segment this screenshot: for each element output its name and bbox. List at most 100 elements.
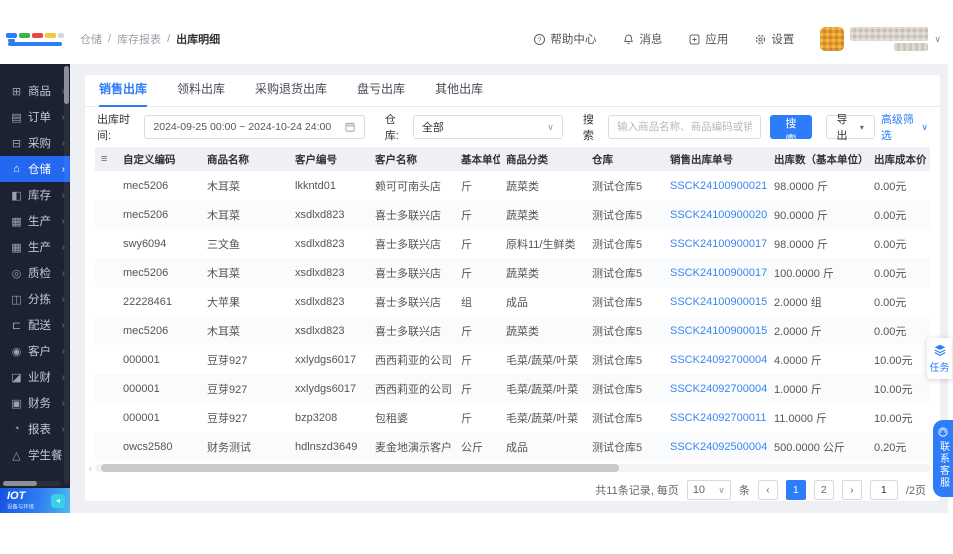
breadcrumb-item[interactable]: 库存报表 xyxy=(117,31,161,47)
iot-banner[interactable]: IOT 设备与环境 ◂ xyxy=(0,488,70,513)
scrollbar-thumb[interactable] xyxy=(64,66,69,104)
sidebar-item-orders[interactable]: ▤ 订单 › xyxy=(0,104,70,130)
app-logo[interactable] xyxy=(0,32,70,46)
next-page-button[interactable]: › xyxy=(841,480,862,500)
settings-button[interactable]: 设置 xyxy=(754,31,794,47)
row-spacer-cell xyxy=(95,258,117,287)
table-cell: 西西莉亚的公司 xyxy=(375,383,452,396)
sidebar-item-purchase[interactable]: ⊟ 采购 › xyxy=(0,130,70,156)
prev-page-button[interactable]: ‹ xyxy=(757,480,778,500)
warehouse-select[interactable]: 全部 ∨ xyxy=(412,115,563,139)
outbound-order-link[interactable]: SSCK24100900017 xyxy=(670,238,767,250)
horizontal-scroll-row: ‹ › xyxy=(89,463,936,473)
column-settings-icon[interactable]: ≡ xyxy=(101,153,107,165)
sidebar-item-warehouse[interactable]: ⌂ 仓储 › xyxy=(0,156,70,182)
sidebar-item-report[interactable]: ◔ 报表 › xyxy=(0,416,70,442)
sidebar-item-production-1[interactable]: ▦ 生产 › xyxy=(0,208,70,234)
tab-material-outbound[interactable]: 领料出库 xyxy=(177,80,225,106)
page-size-select[interactable]: 10 ∨ xyxy=(686,480,731,500)
goods-icon: ⊞ xyxy=(11,85,22,98)
sidebar-item-label: 配送 xyxy=(28,320,51,332)
sidebar-item-quality[interactable]: ◎ 质检 › xyxy=(0,260,70,286)
table-cell: 98.0000 斤 xyxy=(774,238,828,251)
table-cell: 豆芽927 xyxy=(207,354,248,367)
sidebar-item-delivery[interactable]: ⊏ 配送 › xyxy=(0,312,70,338)
customer-service-float-button[interactable]: 联系客服 xyxy=(933,420,953,497)
table-cell: 蔬菜类 xyxy=(506,180,539,193)
customer-icon: ◉ xyxy=(11,345,22,358)
tab-inventory-loss-outbound[interactable]: 盘亏出库 xyxy=(357,80,405,106)
table-cell: 测试仓库5 xyxy=(592,441,643,454)
sidebar-item-customer[interactable]: ◉ 客户 › xyxy=(0,338,70,364)
task-float-button[interactable]: 任务 xyxy=(927,338,952,379)
date-range-value: 2024-09-25 00:00 ~ 2024-10-24 24:00 xyxy=(153,121,332,133)
sorting-icon: ◫ xyxy=(11,293,22,306)
settings-label: 设置 xyxy=(771,34,795,46)
outbound-order-link[interactable]: SSCK24100900015 xyxy=(670,325,767,337)
warehouse-icon: ⌂ xyxy=(13,163,20,175)
table-cell: SSCK24100900021 xyxy=(664,171,768,200)
sidebar-item-sorting[interactable]: ◫ 分拣 › xyxy=(0,286,70,312)
table-cell: 三文鱼 xyxy=(207,238,240,251)
tab-purchase-return-outbound[interactable]: 采购退货出库 xyxy=(255,80,327,106)
horizontal-scrollbar[interactable] xyxy=(95,463,930,472)
page-jump-input[interactable] xyxy=(869,480,898,500)
date-filter-label: 出库时间: xyxy=(97,114,130,142)
scroll-left-arrow[interactable]: ‹ xyxy=(89,463,92,473)
outbound-order-link[interactable]: SSCK24092500004 xyxy=(670,441,767,453)
table-cell: mec5206 xyxy=(123,266,169,279)
sidebar-vertical-scrollbar[interactable] xyxy=(64,66,69,484)
outbound-order-link[interactable]: SSCK24100900021 xyxy=(670,180,767,192)
outbound-order-link[interactable]: SSCK24092700004 xyxy=(670,383,767,395)
search-input[interactable] xyxy=(608,115,762,139)
apps-label: 应用 xyxy=(705,34,729,46)
tab-sales-outbound[interactable]: 销售出库 xyxy=(99,80,148,107)
sidebar-item-goods[interactable]: ⊞商品› xyxy=(0,78,70,104)
table-cell: 喜士多联兴店 xyxy=(375,209,441,222)
sidebar-horizontal-scrollbar[interactable] xyxy=(3,481,61,486)
sidebar-item-label: 采购 xyxy=(28,138,51,150)
search-button[interactable]: 搜索 xyxy=(770,115,812,146)
sidebar-item-finance[interactable]: ▣ 财务 › xyxy=(0,390,70,416)
outbound-order-link[interactable]: SSCK24100900020 xyxy=(670,209,767,221)
user-menu[interactable]: ∨ xyxy=(820,27,941,51)
outbound-order-link[interactable]: SSCK24100900015 xyxy=(670,296,767,308)
sidebar-item-student-meal[interactable]: △ 学生餐 xyxy=(0,442,70,468)
question-circle-icon: ? xyxy=(534,33,546,45)
date-range-picker[interactable]: 2024-09-25 00:00 ~ 2024-10-24 24:00 xyxy=(144,115,365,139)
column-header: 出库成本价 xyxy=(868,147,930,171)
outbound-order-link[interactable]: SSCK24092700004 xyxy=(670,354,767,366)
table-cell: 喜士多联兴店 xyxy=(375,325,441,338)
table-cell: 成品 xyxy=(506,441,528,454)
tab-other-outbound[interactable]: 其他出库 xyxy=(435,80,483,106)
scrollbar-thumb[interactable] xyxy=(101,463,619,472)
outbound-order-link[interactable]: SSCK24100900017 xyxy=(670,267,767,279)
table-cell: 0.00元 xyxy=(874,209,907,222)
table-cell: 公斤 xyxy=(461,441,483,454)
calendar-icon xyxy=(345,122,355,132)
total-pages-label: /2页 xyxy=(905,485,926,497)
table-row: 000001 豆芽927 xxlydgs6017 西西莉亚的公司斤 毛菜/蔬菜/叶菜 测试… xyxy=(95,345,930,374)
export-button[interactable]: 导出 ▾ xyxy=(825,114,875,142)
table-cell: 000001 xyxy=(123,353,160,366)
row-spacer-cell xyxy=(95,403,117,432)
messages-button[interactable]: 消息 xyxy=(622,31,662,47)
sidebar-item-business-finance[interactable]: ◪ 业财 › xyxy=(0,364,70,390)
help-center-button[interactable]: ? 帮助中心 xyxy=(533,31,596,47)
table-cell: 测试仓库5 xyxy=(592,209,643,222)
table-cell: SSCK24100900017 xyxy=(664,229,768,258)
apps-button[interactable]: 应用 xyxy=(688,31,728,47)
business-finance-icon: ◪ xyxy=(11,371,22,384)
sidebar-item-inventory[interactable]: ◧ 库存 › xyxy=(0,182,70,208)
scrollbar-thumb[interactable] xyxy=(3,481,37,486)
breadcrumb-item[interactable]: 仓储 xyxy=(80,31,102,47)
sidebar-item-production-2[interactable]: ▦ 生产 › xyxy=(0,234,70,260)
app-page: 仓储 / 库存报表 / 出库明细 ? 帮助中心 消息 应用 设置 ∨ ⊞ 商品 … xyxy=(0,0,953,554)
advanced-filter-toggle[interactable]: 高级筛选 ∨ xyxy=(881,111,928,143)
outbound-order-link[interactable]: SSCK24092700011 xyxy=(670,412,766,424)
page-number-button[interactable]: 1 xyxy=(785,480,806,500)
table-cell: 0.00元 xyxy=(874,296,907,309)
page-number-button[interactable]: 2 xyxy=(813,480,834,500)
table-cell: 斤 xyxy=(461,354,472,367)
table-cell: 0.20元 xyxy=(874,441,907,454)
